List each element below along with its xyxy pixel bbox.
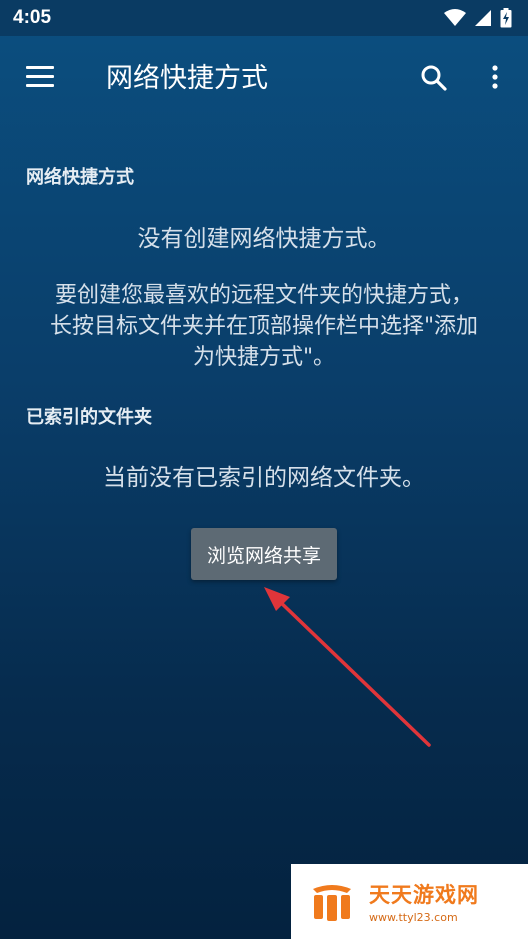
watermark-logo-icon bbox=[313, 884, 351, 921]
status-time: 4:05 bbox=[13, 7, 52, 28]
shortcuts-heading: 网络快捷方式 bbox=[26, 167, 134, 188]
search-icon bbox=[421, 65, 447, 91]
watermark: 天天游戏网 www.ttyl23.com bbox=[291, 864, 528, 939]
signal-icon bbox=[475, 10, 491, 26]
hint-line: 为快捷方式"。 bbox=[192, 345, 336, 370]
battery-charging-icon bbox=[500, 8, 512, 28]
menu-button[interactable] bbox=[22, 62, 60, 92]
watermark-text: 天天游戏网 www.ttyl23.com bbox=[369, 879, 479, 924]
menu-icon bbox=[26, 66, 54, 69]
more-vert-icon bbox=[492, 65, 498, 89]
indexed-empty-message: 当前没有已索引的网络文件夹。 bbox=[103, 465, 425, 491]
more-options-button[interactable] bbox=[482, 60, 508, 96]
indexed-heading: 已索引的文件夹 bbox=[26, 407, 152, 428]
app-bar: 网络快捷方式 bbox=[0, 36, 528, 118]
status-bar: 4:05 bbox=[0, 0, 528, 36]
app-title: 网络快捷方式 bbox=[106, 63, 268, 94]
search-button[interactable] bbox=[414, 60, 454, 96]
browse-network-shares-button[interactable]: 浏览网络共享 bbox=[191, 528, 337, 580]
watermark-title: 天天游戏网 bbox=[369, 883, 479, 907]
hint-line: 长按目标文件夹并在顶部操作栏中选择"添加 bbox=[49, 314, 479, 339]
wifi-icon bbox=[444, 9, 466, 26]
status-icons bbox=[444, 8, 512, 28]
watermark-url: www.ttyl23.com bbox=[369, 911, 458, 924]
hint-line: 要创建您最喜欢的远程文件夹的快捷方式， bbox=[54, 283, 473, 308]
shortcuts-empty-message: 没有创建网络快捷方式。 bbox=[137, 226, 391, 252]
shortcuts-hint: 要创建您最喜欢的远程文件夹的快捷方式， 长按目标文件夹并在顶部操作栏中选择"添加… bbox=[0, 280, 528, 373]
